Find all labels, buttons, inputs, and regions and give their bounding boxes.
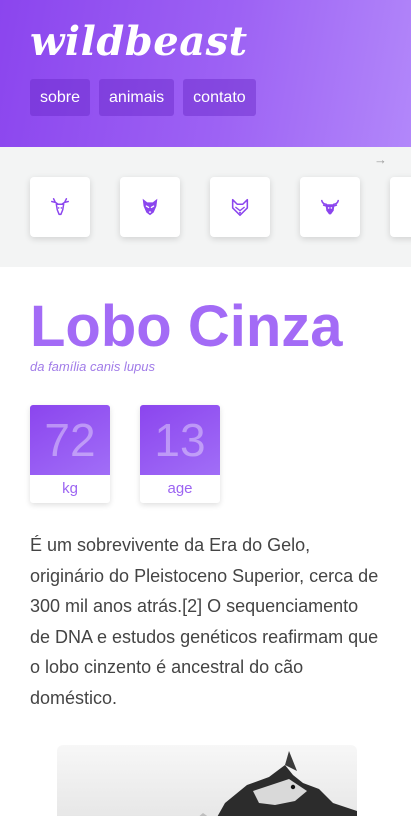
nav-link-contato[interactable]: contato [183, 79, 256, 116]
stat-age: 13 age [140, 405, 220, 503]
main-nav: sobre animais contato [30, 79, 256, 116]
animal-card-bull[interactable] [300, 177, 360, 237]
stat-age-label: age [167, 480, 193, 497]
deer-icon [51, 198, 69, 216]
site-header: wildbeast sobre animais contato [0, 0, 411, 147]
animal-card-wolf[interactable] [120, 177, 180, 237]
animal-card-deer[interactable] [30, 177, 90, 237]
nav-link-sobre[interactable]: sobre [30, 79, 91, 116]
animal-name: Lobo Cinza [30, 294, 343, 359]
bull-icon [320, 199, 340, 215]
animal-card-next[interactable] [390, 177, 411, 237]
scroll-arrow-icon: → [374, 152, 387, 167]
animal-description: É um sobrevivente da Era do Gelo, origin… [30, 535, 379, 708]
animal-card-fox[interactable] [210, 177, 270, 237]
stat-age-value: 13 [140, 405, 220, 475]
nav-link-animais[interactable]: animais [99, 79, 175, 116]
stat-weight-label: kg [62, 480, 78, 497]
fox-icon [231, 198, 249, 217]
stat-weight-value: 72 [30, 405, 110, 475]
animal-photo [57, 745, 357, 816]
stat-weight: 72 kg [30, 405, 110, 503]
wolf-photo-image [199, 751, 357, 816]
animal-family: da família canis lupus [30, 359, 156, 374]
wolf-icon [142, 198, 158, 216]
animal-carousel[interactable]: → [0, 147, 411, 267]
site-logo[interactable]: wildbeast [30, 18, 248, 65]
